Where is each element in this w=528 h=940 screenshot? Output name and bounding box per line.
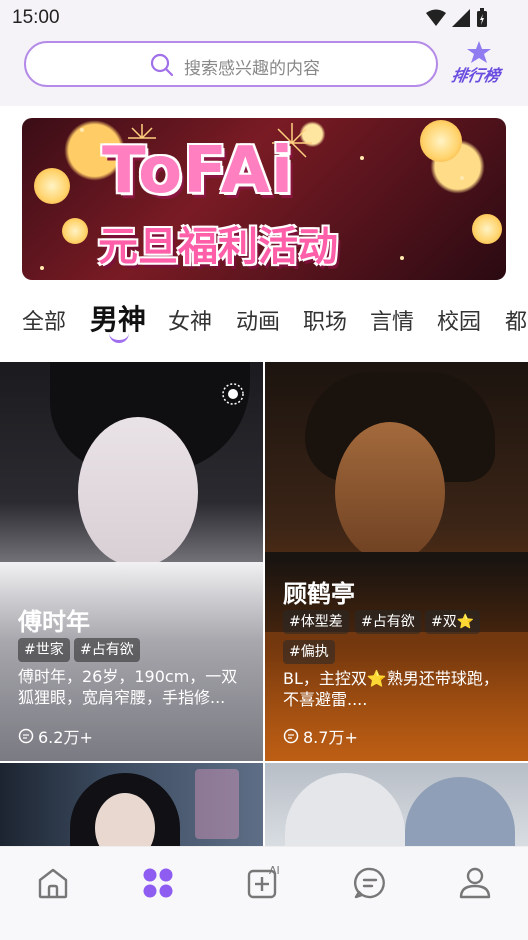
tab-all[interactable]: 全部	[22, 304, 66, 336]
tag: #体型差	[283, 610, 349, 634]
promo-banner[interactable]: ToFAi 元旦福利活动	[22, 118, 506, 280]
tab-animation[interactable]: 动画	[236, 304, 280, 336]
search-icon	[150, 53, 174, 77]
status-icons	[426, 8, 488, 28]
tab-campus[interactable]: 校园	[437, 304, 481, 336]
character-description: BL，主控双⭐熟男还带球跑，不喜避雷....	[283, 669, 499, 709]
character-hair	[285, 773, 405, 846]
tag: #占有欲	[74, 638, 140, 662]
character-card[interactable]: 傅时年 #世家 #占有欲 傅时年，26岁，190cm，一双狐狸眼，宽肩窄腰，手指…	[0, 362, 263, 761]
character-hair	[405, 777, 515, 846]
chat-count: 6.2万+	[18, 724, 93, 748]
status-bar: 15:00	[0, 0, 528, 36]
chat-count-value: 6.2万+	[38, 728, 93, 747]
wifi-icon	[426, 9, 446, 26]
character-grid: 傅时年 #世家 #占有欲 傅时年，26岁，190cm，一双狐狸眼，宽肩窄腰，手指…	[0, 362, 528, 846]
tab-female-god[interactable]: 女神	[168, 304, 212, 336]
audio-indicator-icon[interactable]	[221, 382, 245, 406]
rank-label: 排行榜	[450, 66, 502, 85]
category-tabs: 全部 男神 女神 动画 职场 言情 校园 都	[0, 298, 528, 346]
chat-bubble-icon	[18, 728, 34, 744]
tab-city[interactable]: 都	[505, 304, 527, 336]
banner-title: ToFAi	[102, 134, 294, 208]
character-name: 傅时年	[18, 608, 90, 636]
neon-sign-decoration	[195, 769, 239, 839]
character-face	[78, 417, 198, 567]
discover-grid-icon	[143, 868, 173, 898]
search-placeholder: 搜索感兴趣的内容	[184, 59, 320, 79]
character-card[interactable]	[265, 763, 528, 846]
chat-count-value: 8.7万+	[303, 728, 358, 747]
tab-workplace[interactable]: 职场	[303, 304, 347, 336]
battery-icon	[477, 8, 487, 27]
tag: #双⭐	[425, 610, 481, 634]
home-icon	[38, 868, 68, 899]
bottom-nav: AI	[0, 846, 528, 940]
nav-discover[interactable]	[138, 863, 178, 903]
tag: #世家	[18, 638, 70, 662]
tag: #偏执	[283, 640, 335, 664]
message-icon	[354, 867, 385, 899]
rank-button[interactable]: 排行榜	[448, 40, 510, 88]
nav-messages[interactable]	[350, 863, 390, 903]
chat-bubble-icon	[283, 728, 299, 744]
ai-create-icon: AI	[247, 864, 280, 899]
svg-text:AI: AI	[269, 864, 280, 877]
character-face	[335, 422, 445, 562]
character-name: 顾鹤亭	[283, 580, 355, 608]
banner-subtitle: 元旦福利活动	[98, 224, 338, 270]
character-description: 傅时年，26岁，190cm，一双狐狸眼，宽肩窄腰，手指修...	[18, 667, 238, 707]
search-input[interactable]: 搜索感兴趣的内容	[24, 41, 438, 87]
tag: #占有欲	[355, 610, 421, 634]
chat-count: 8.7万+	[283, 724, 358, 748]
signal-icon	[452, 9, 470, 27]
character-card[interactable]: 顾鹤亭 #体型差 #占有欲 #双⭐ #偏执 BL，主控双⭐熟男还带球跑，不喜避雷…	[265, 362, 528, 761]
tab-romance[interactable]: 言情	[370, 304, 414, 336]
character-card[interactable]	[0, 763, 263, 846]
nav-home[interactable]	[33, 863, 73, 903]
active-tab-indicator	[109, 332, 129, 343]
nav-ai-create[interactable]: AI	[244, 863, 284, 903]
nav-profile[interactable]	[455, 863, 495, 903]
profile-icon	[459, 867, 491, 899]
status-time: 15:00	[12, 7, 60, 28]
header: 搜索感兴趣的内容 排行榜	[0, 36, 528, 106]
